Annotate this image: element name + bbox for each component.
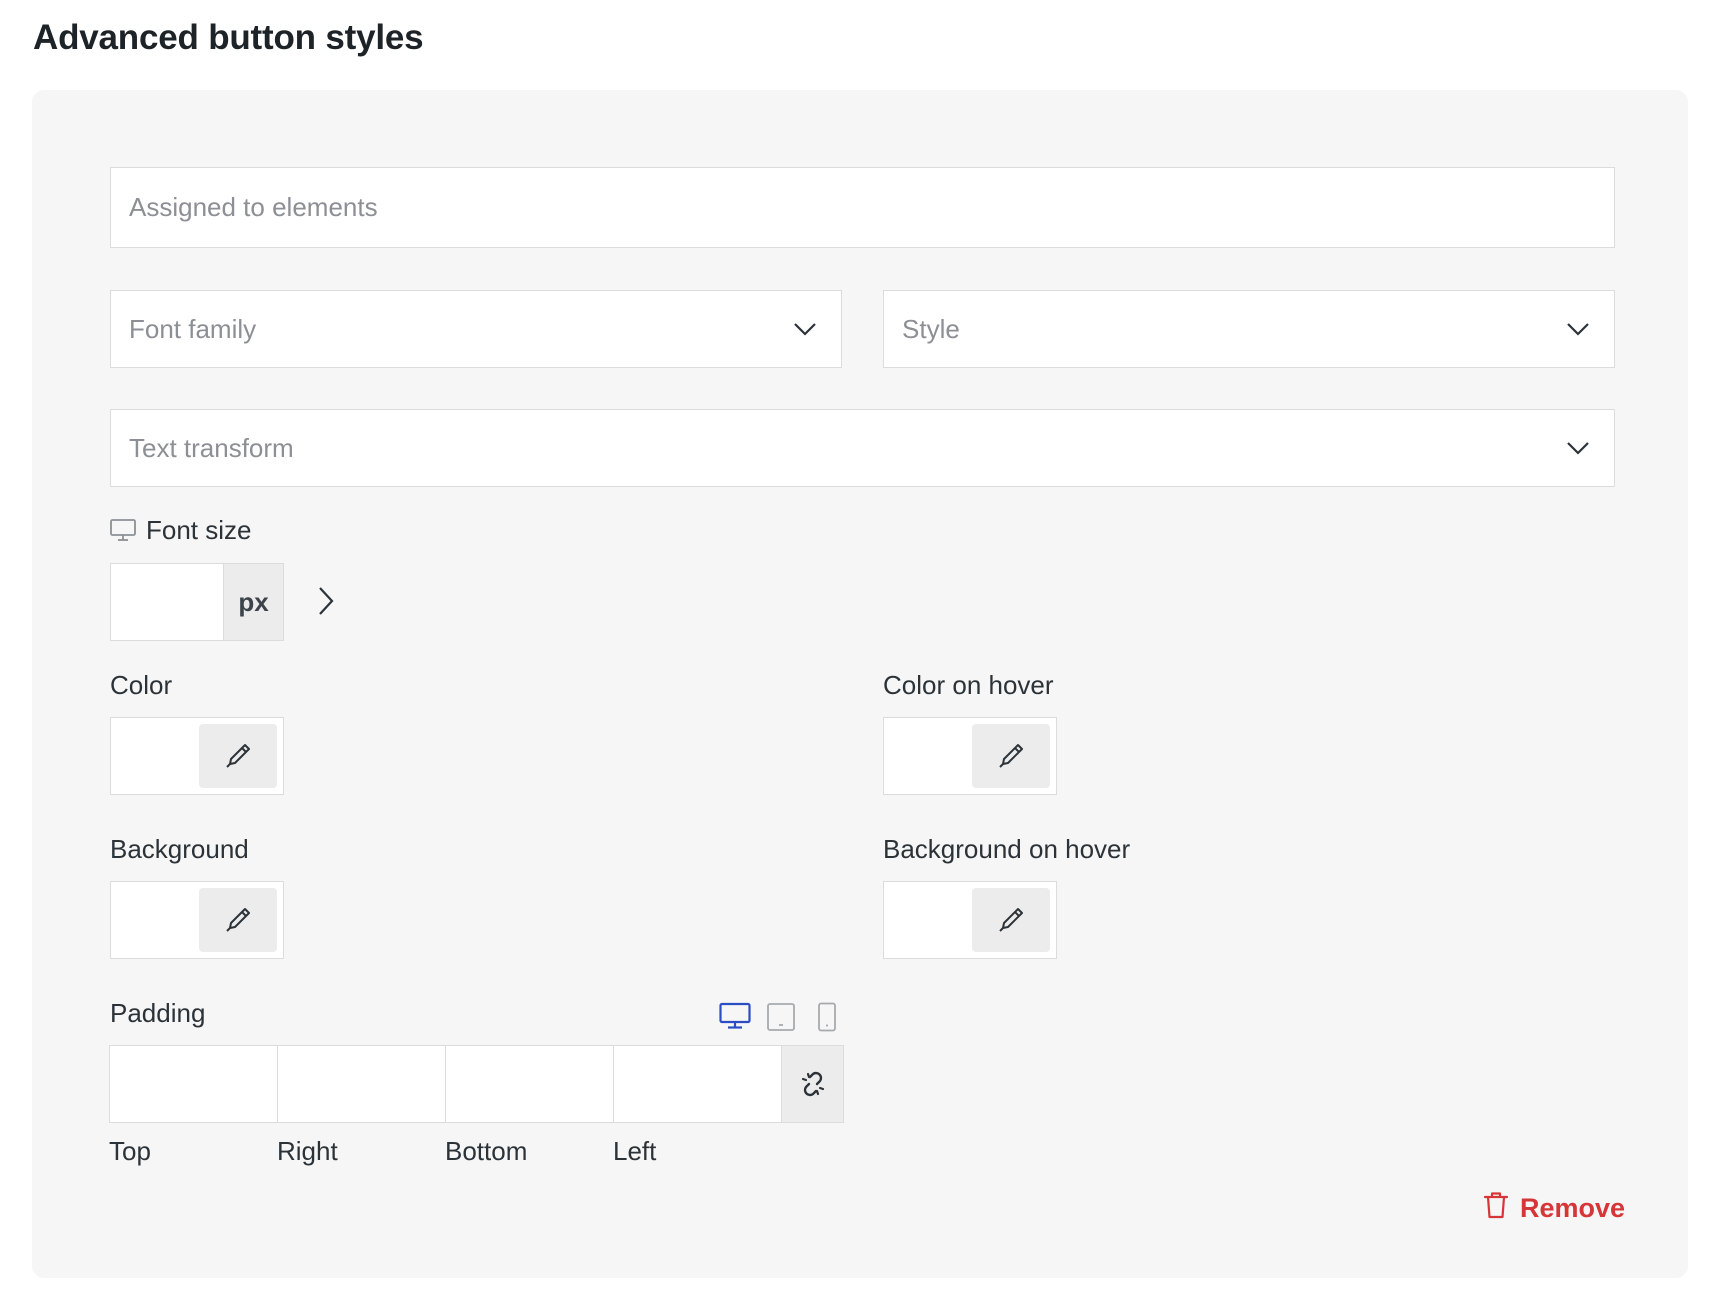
eyedropper-icon[interactable] xyxy=(972,724,1050,788)
mobile-icon[interactable] xyxy=(816,1002,838,1032)
chevron-right-icon[interactable] xyxy=(314,585,338,622)
tablet-icon[interactable] xyxy=(766,1002,796,1032)
chevron-down-icon xyxy=(791,315,819,343)
desktop-icon[interactable] xyxy=(110,518,136,547)
font-size-unit[interactable]: px xyxy=(223,564,283,640)
desktop-icon[interactable] xyxy=(719,1002,751,1030)
padding-left-label: Left xyxy=(613,1136,657,1166)
padding-label: Padding xyxy=(110,998,206,1028)
font-size-label: Font size xyxy=(146,515,252,545)
eyedropper-icon[interactable] xyxy=(972,888,1050,952)
padding-bottom-input[interactable] xyxy=(446,1046,614,1122)
remove-label: Remove xyxy=(1520,1193,1626,1223)
unlink-icon[interactable] xyxy=(782,1046,843,1122)
color-hover-picker[interactable] xyxy=(883,717,1057,795)
font-family-select[interactable]: Font family xyxy=(110,290,842,368)
padding-top-label: Top xyxy=(109,1136,151,1166)
background-hover-picker[interactable] xyxy=(883,881,1057,959)
assigned-elements-placeholder: Assigned to elements xyxy=(129,192,378,222)
background-picker[interactable] xyxy=(110,881,284,959)
text-transform-placeholder: Text transform xyxy=(129,432,294,463)
style-placeholder: Style xyxy=(902,313,960,344)
padding-left-input[interactable] xyxy=(614,1046,782,1122)
padding-right-label: Right xyxy=(277,1136,338,1166)
padding-top-input[interactable] xyxy=(110,1046,278,1122)
color-hover-label: Color on hover xyxy=(883,670,1054,700)
eyedropper-icon[interactable] xyxy=(199,888,277,952)
chevron-down-icon xyxy=(1564,434,1592,462)
background-label: Background xyxy=(110,834,249,864)
text-transform-select[interactable]: Text transform xyxy=(110,409,1615,487)
padding-inputs xyxy=(109,1045,844,1123)
assigned-elements-input[interactable]: Assigned to elements xyxy=(110,167,1615,248)
trash-icon xyxy=(1482,1190,1510,1227)
color-picker[interactable] xyxy=(110,717,284,795)
color-label: Color xyxy=(110,670,173,700)
padding-right-input[interactable] xyxy=(278,1046,446,1122)
style-select[interactable]: Style xyxy=(883,290,1615,368)
remove-button[interactable]: Remove xyxy=(1482,1190,1625,1227)
eyedropper-icon[interactable] xyxy=(199,724,277,788)
font-size-input[interactable]: px xyxy=(110,563,284,641)
chevron-down-icon xyxy=(1564,315,1592,343)
background-hover-label: Background on hover xyxy=(883,834,1131,864)
font-family-placeholder: Font family xyxy=(129,313,257,344)
padding-bottom-label: Bottom xyxy=(445,1136,528,1166)
page-title: Advanced button styles xyxy=(33,18,424,57)
